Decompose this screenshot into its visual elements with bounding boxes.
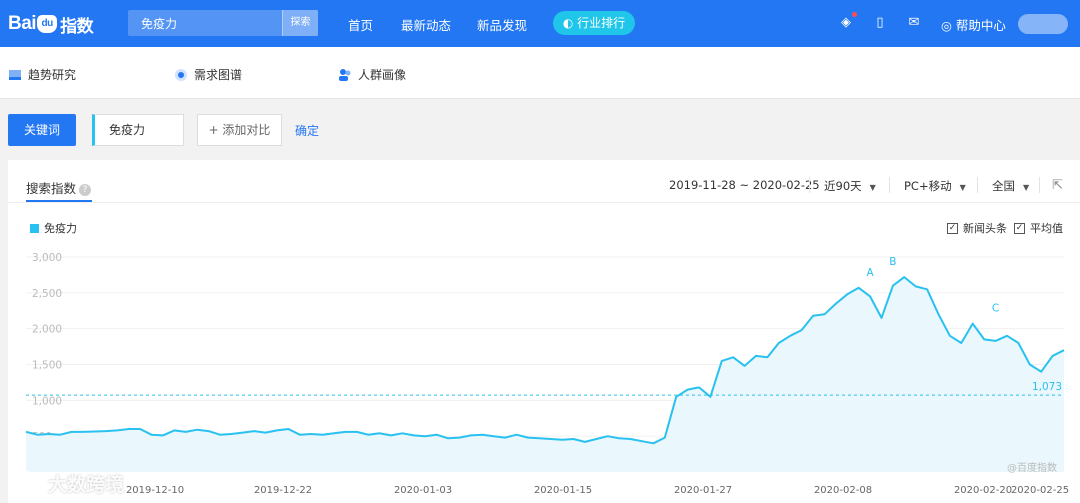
x-tick-label: 2020-01-15 xyxy=(534,485,592,496)
x-tick-label: 2019-12-22 xyxy=(254,485,312,496)
search-index-chart[interactable]: 3,0002,5002,0001,5001,0005001,073ABC2019… xyxy=(0,0,1080,503)
y-tick-label: 2,500 xyxy=(32,288,62,300)
annotation-label: B xyxy=(889,256,896,268)
y-tick-label: 1,500 xyxy=(32,360,62,372)
baidu-index-watermark: @百度指数 xyxy=(1007,463,1057,474)
watermark-text: 大数跨境 xyxy=(48,474,125,496)
x-tick-label: 2020-01-27 xyxy=(674,485,732,496)
x-tick-label: 2020-02-20 xyxy=(954,485,1012,496)
y-tick-label: 2,000 xyxy=(32,324,62,336)
y-tick-label: 3,000 xyxy=(32,252,62,264)
average-label: 1,073 xyxy=(1032,381,1062,393)
source-watermark: 大数跨境 xyxy=(8,470,124,497)
watermark-logo-icon xyxy=(8,470,42,497)
x-tick-label: 2020-02-25 xyxy=(1011,485,1069,496)
annotation-label: A xyxy=(866,267,874,279)
x-tick-label: 2020-01-03 xyxy=(394,485,452,496)
x-tick-label: 2020-02-08 xyxy=(814,485,872,496)
x-tick-label: 2019-12-10 xyxy=(126,485,184,496)
annotation-label: C xyxy=(992,303,999,315)
series-area xyxy=(26,277,1064,472)
y-tick-label: 1,000 xyxy=(32,395,62,407)
